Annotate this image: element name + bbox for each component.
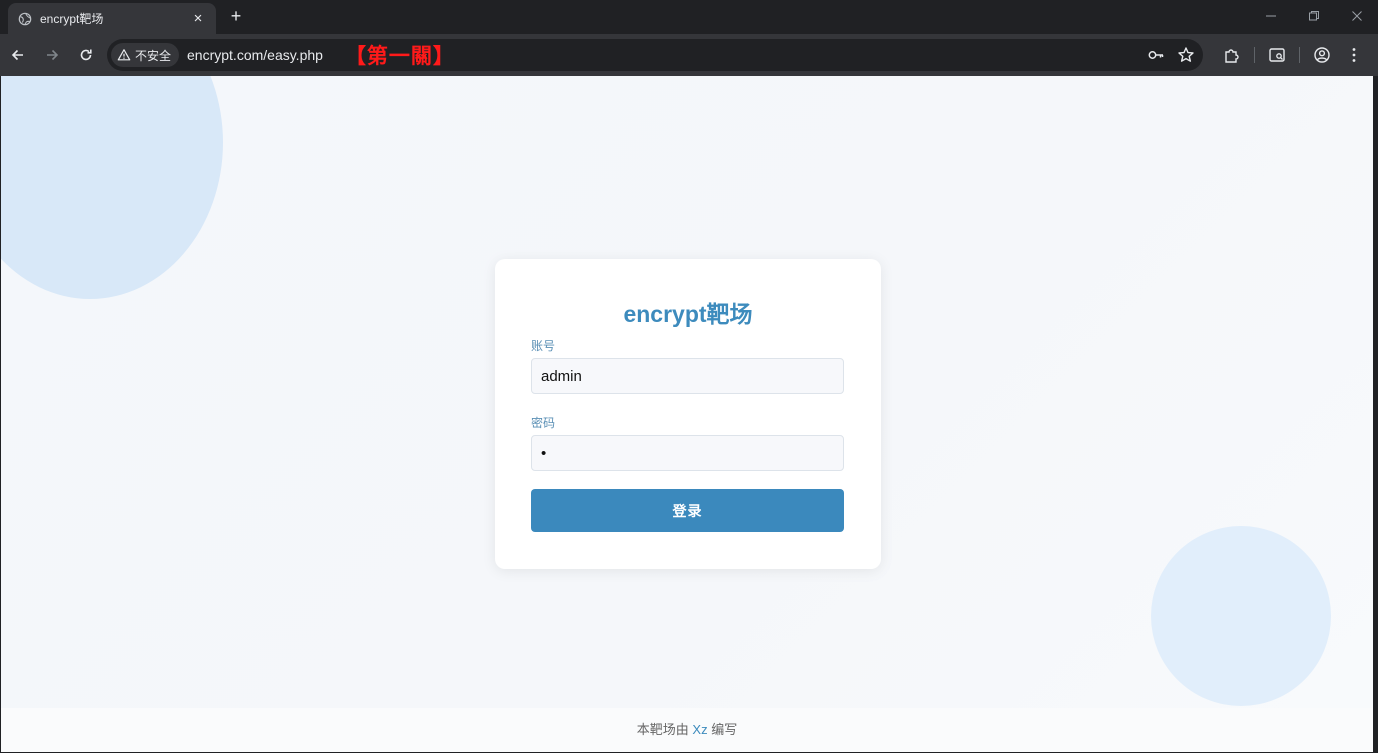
warning-icon	[117, 48, 131, 62]
address-bar[interactable]: 不安全 encrypt.com/easy.php 【第一關】	[107, 39, 1203, 71]
password-key-icon[interactable]	[1147, 46, 1165, 64]
more-menu-icon[interactable]	[1345, 46, 1363, 64]
password-input[interactable]: •	[531, 435, 844, 471]
security-chip[interactable]: 不安全	[111, 43, 180, 67]
footer: 本靶场由 Xz 编写	[1, 708, 1373, 752]
level-annotation: 【第一關】	[344, 43, 455, 68]
tab-strip: encrypt靶场 × +	[0, 0, 1378, 34]
profile-icon[interactable]	[1313, 46, 1331, 64]
toolbar-divider	[1299, 47, 1300, 63]
page-viewport: encrypt靶场 账号 admin 密码 • 登录 本靶场由 Xz 编写	[1, 76, 1373, 752]
decorative-circle	[1, 76, 223, 299]
footer-author-link[interactable]: Xz	[692, 722, 707, 737]
extensions-icon[interactable]	[1223, 46, 1241, 64]
decorative-circle	[1151, 526, 1331, 706]
forward-button[interactable]	[36, 39, 68, 71]
tab-search-icon[interactable]	[1268, 46, 1286, 64]
minimize-icon[interactable]	[1249, 0, 1292, 32]
restore-icon[interactable]	[1292, 0, 1335, 32]
password-label: 密码	[531, 416, 556, 430]
username-label: 账号	[531, 339, 556, 353]
bookmark-star-icon[interactable]	[1177, 46, 1195, 64]
footer-prefix: 本靶场由	[636, 722, 693, 737]
username-input[interactable]: admin	[531, 358, 844, 394]
tab-title: encrypt靶场	[40, 12, 104, 26]
reload-button[interactable]	[70, 39, 102, 71]
arrow-right-icon	[47, 49, 59, 61]
window-controls	[1249, 0, 1378, 32]
footer-suffix: 编写	[707, 722, 738, 737]
toolbar-divider	[1254, 47, 1255, 63]
arrow-left-icon	[11, 49, 23, 61]
login-button[interactable]: 登录	[531, 489, 844, 532]
url-text[interactable]: encrypt.com/easy.php	[187, 47, 323, 63]
login-title: encrypt靶场	[623, 301, 753, 327]
reload-icon	[80, 49, 92, 61]
browser-tab[interactable]: encrypt靶场 ×	[8, 3, 216, 34]
globe-icon	[18, 12, 32, 26]
window-edge	[1373, 76, 1378, 753]
browser-toolbar: 不安全 encrypt.com/easy.php 【第一關】	[0, 34, 1378, 76]
window-close-icon[interactable]	[1335, 0, 1378, 32]
back-button[interactable]	[2, 39, 34, 71]
new-tab-button[interactable]: +	[226, 6, 246, 26]
login-card: encrypt靶场 账号 admin 密码 • 登录	[495, 259, 881, 569]
tab-close-icon[interactable]: ×	[190, 10, 206, 27]
security-label: 不安全	[135, 48, 172, 63]
